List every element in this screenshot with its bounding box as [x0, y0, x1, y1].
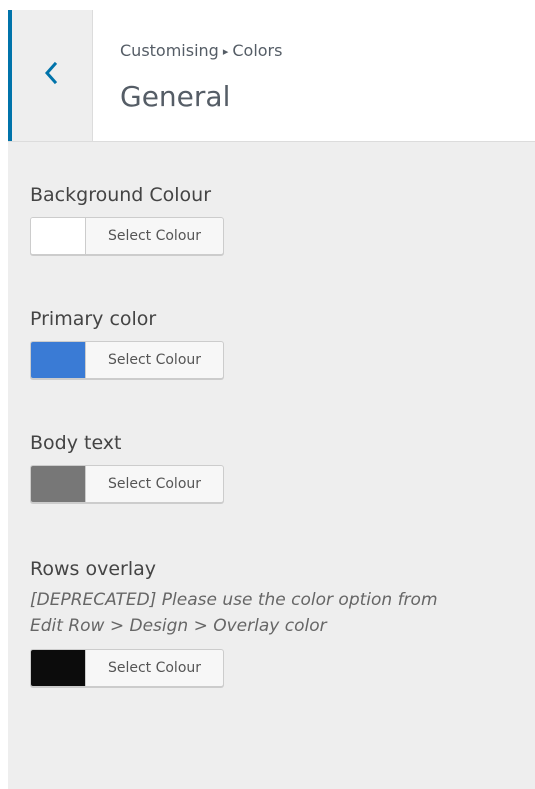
background-colour-label: Background Colour: [30, 184, 212, 206]
back-button[interactable]: [8, 10, 93, 141]
rows-overlay-description-line-2: Edit Row > Design > Overlay color: [30, 616, 327, 636]
rows-overlay-swatch: [31, 650, 86, 686]
background-colour-button[interactable]: Select Colour: [30, 217, 224, 255]
background-colour-swatch: [31, 218, 86, 254]
rows-overlay-control: Rows overlay [DEPRECATED] Please use the…: [30, 557, 530, 687]
select-colour-label: Select Colour: [107, 660, 202, 676]
body-text-label: Body text: [30, 432, 122, 454]
body-text-control: Body text Select Colour: [30, 431, 530, 503]
body-text-button[interactable]: Select Colour: [30, 465, 224, 503]
select-colour-label: Select Colour: [107, 228, 202, 244]
breadcrumb-separator: ▸: [222, 45, 229, 58]
select-colour-label: Select Colour: [107, 476, 202, 492]
primary-color-swatch: [31, 342, 86, 378]
rows-overlay-description-line-1: [DEPRECATED] Please use the color option…: [30, 590, 438, 610]
rows-overlay-description: [DEPRECATED] Please use the color option…: [30, 587, 530, 639]
customizer-panel: Customising ▸ Colors General Background Co…: [8, 10, 535, 789]
panel-header: Customising ▸ Colors General: [8, 10, 535, 142]
chevron-left-icon: [42, 60, 60, 86]
rows-overlay-button[interactable]: Select Colour: [30, 649, 224, 687]
rows-overlay-label: Rows overlay: [30, 558, 156, 580]
body-text-swatch: [31, 466, 86, 502]
breadcrumb-root: Customising: [120, 41, 219, 60]
primary-color-label: Primary color: [30, 308, 157, 330]
primary-color-control: Primary color Select Colour: [30, 307, 530, 379]
breadcrumb: Customising ▸ Colors: [120, 41, 282, 63]
background-colour-control: Background Colour Select Colour: [30, 183, 530, 255]
select-colour-label: Select Colour: [107, 352, 202, 368]
breadcrumb-current: Colors: [232, 41, 283, 60]
primary-color-button[interactable]: Select Colour: [30, 341, 224, 379]
page-title: General: [120, 80, 231, 113]
